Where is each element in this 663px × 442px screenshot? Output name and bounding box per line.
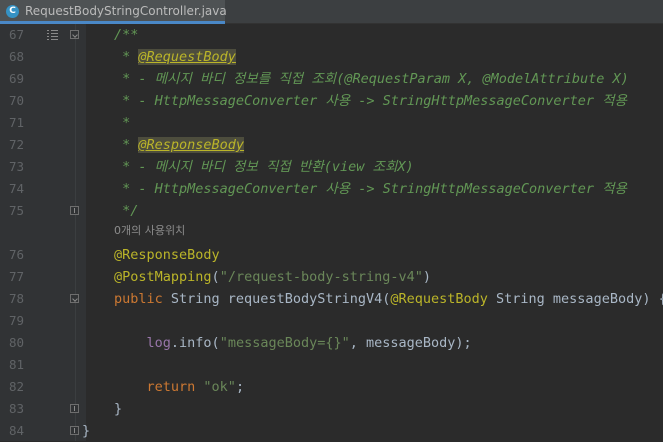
- fold-end-doc-comment-icon[interactable]: [70, 206, 79, 215]
- code-token: /**: [114, 27, 139, 43]
- code-line[interactable]: 76 @ResponseBody: [0, 244, 663, 266]
- tab-request-body-string-controller[interactable]: C RequestBodyStringController.java: [0, 0, 227, 24]
- usages-inlay-hint[interactable]: 0개의 사용위치: [114, 222, 185, 240]
- code-editor[interactable]: 67/** 68 * @RequestBody 69 * - 메시지 바디 정보를 …: [0, 24, 663, 441]
- line-number: 69: [8, 71, 24, 86]
- code-text: * - HttpMessageConverter 사용 -> StringHtt…: [114, 178, 627, 200]
- editor-tab-bar: C RequestBodyStringController.java: [0, 0, 663, 24]
- code-token: String messageBody) {: [496, 291, 663, 307]
- code-token: }: [82, 423, 91, 439]
- code-token: public: [114, 291, 171, 307]
- fold-end-method-icon[interactable]: [70, 404, 79, 413]
- code-token: * - HttpMessageConverter 사용 -> StringHtt…: [114, 181, 627, 197]
- tab-label: RequestBodyStringController.java: [25, 4, 227, 18]
- code-token: @ResponseBody: [114, 247, 220, 263]
- code-token: return: [146, 379, 204, 395]
- line-number: 81: [8, 357, 24, 372]
- code-text: return "ok";: [114, 376, 245, 398]
- code-line[interactable]: 73 * - 메시지 바디 정보 직접 반환(view 조회X): [0, 156, 663, 178]
- line-number: 75: [8, 203, 24, 218]
- line-number: 76: [8, 247, 24, 262]
- code-line[interactable]: 70 * - HttpMessageConverter 사용 -> String…: [0, 90, 663, 112]
- code-text: * - 메시지 바디 정보를 직접 조회(@RequestParam X, @M…: [114, 68, 629, 90]
- code-line[interactable]: 67 /**: [0, 24, 663, 46]
- code-text: * @RequestBody: [114, 46, 236, 68]
- code-text: *: [114, 112, 130, 134]
- code-line[interactable]: 79: [0, 310, 663, 332]
- toggle-rendered-doc-icon[interactable]: [47, 30, 58, 40]
- code-token: , messageBody);: [349, 335, 472, 351]
- code-text: /**: [114, 24, 138, 46]
- code-token: @RequestBody: [138, 49, 236, 65]
- code-token: (: [211, 269, 220, 285]
- code-text: * - 메시지 바디 정보 직접 반환(view 조회X): [114, 156, 414, 178]
- code-token: "messageBody={}": [219, 335, 350, 351]
- line-number: 73: [8, 159, 24, 174]
- code-token: *: [114, 115, 131, 131]
- code-line[interactable]: 84}: [0, 420, 663, 442]
- code-token: * - HttpMessageConverter 사용 -> StringHtt…: [114, 93, 627, 109]
- line-number: 83: [8, 401, 24, 416]
- code-text: }: [114, 398, 122, 420]
- code-text: public String requestBodyStringV4(@Reque…: [114, 288, 663, 310]
- code-text: * @ResponseBody: [114, 134, 245, 156]
- line-number: 77: [8, 269, 24, 284]
- line-number: 82: [8, 379, 24, 394]
- code-text: @ResponseBody: [114, 244, 220, 266]
- code-token: ;: [235, 379, 245, 395]
- code-token: ): [422, 269, 432, 285]
- code-token: "/request-body-string-v4": [219, 269, 423, 285]
- java-class-icon: C: [6, 5, 19, 18]
- fold-doc-comment-icon[interactable]: [70, 30, 79, 39]
- code-token: *: [114, 137, 139, 153]
- code-text: }: [82, 420, 90, 442]
- code-token: * - 메시지 바디 정보를 직접 조회(@RequestParam X, @M…: [114, 71, 629, 87]
- line-number: 72: [8, 137, 24, 152]
- code-token: String requestBodyStringV4(: [170, 291, 391, 307]
- line-number: 70: [8, 93, 24, 108]
- code-token: @PostMapping: [114, 269, 212, 285]
- code-token: log: [146, 335, 171, 351]
- code-line[interactable]: 74 * - HttpMessageConverter 사용 -> String…: [0, 178, 663, 200]
- code-token: .info(: [170, 335, 220, 351]
- code-line[interactable]: 78 public String requestBodyStringV4(@Req…: [0, 288, 663, 310]
- code-token: @RequestBody: [390, 291, 497, 307]
- fold-method-icon[interactable]: [70, 294, 79, 303]
- code-token: */: [114, 203, 139, 219]
- code-text: @PostMapping("/request-body-string-v4"): [114, 266, 431, 288]
- code-token: "ok": [203, 379, 236, 395]
- code-token: * - 메시지 바디 정보 직접 반환(view 조회X): [114, 159, 414, 175]
- code-line[interactable]: 82 return "ok";: [0, 376, 663, 398]
- line-number: 84: [8, 423, 24, 438]
- code-line[interactable]: 81: [0, 354, 663, 376]
- code-line[interactable]: 77 @PostMapping("/request-body-string-v4"…: [0, 266, 663, 288]
- line-number: 80: [8, 335, 24, 350]
- code-text: log.info("messageBody={}", messageBody);: [114, 332, 472, 354]
- code-text: */: [114, 200, 138, 222]
- line-number: 74: [8, 181, 24, 196]
- code-line[interactable]: 69 * - 메시지 바디 정보를 직접 조회(@RequestParam X,…: [0, 68, 663, 90]
- line-number: 68: [8, 49, 24, 64]
- fold-end-class-icon[interactable]: [70, 426, 79, 435]
- code-token: @ResponseBody: [138, 137, 245, 153]
- line-number: 78: [8, 291, 24, 306]
- code-line[interactable]: 68 * @RequestBody: [0, 46, 663, 68]
- code-text: * - HttpMessageConverter 사용 -> StringHtt…: [114, 90, 627, 112]
- code-line[interactable]: 71 *: [0, 112, 663, 134]
- code-token: }: [114, 401, 123, 417]
- line-number: 67: [8, 27, 24, 42]
- code-line[interactable]: 72 * @ResponseBody: [0, 134, 663, 156]
- line-number: 71: [8, 115, 24, 130]
- code-line[interactable]: 75 */: [0, 200, 663, 222]
- line-number: 79: [8, 313, 24, 328]
- code-token: *: [114, 49, 139, 65]
- code-line[interactable]: 80 log.info("messageBody={}", messageBod…: [0, 332, 663, 354]
- code-line[interactable]: 83}: [0, 398, 663, 420]
